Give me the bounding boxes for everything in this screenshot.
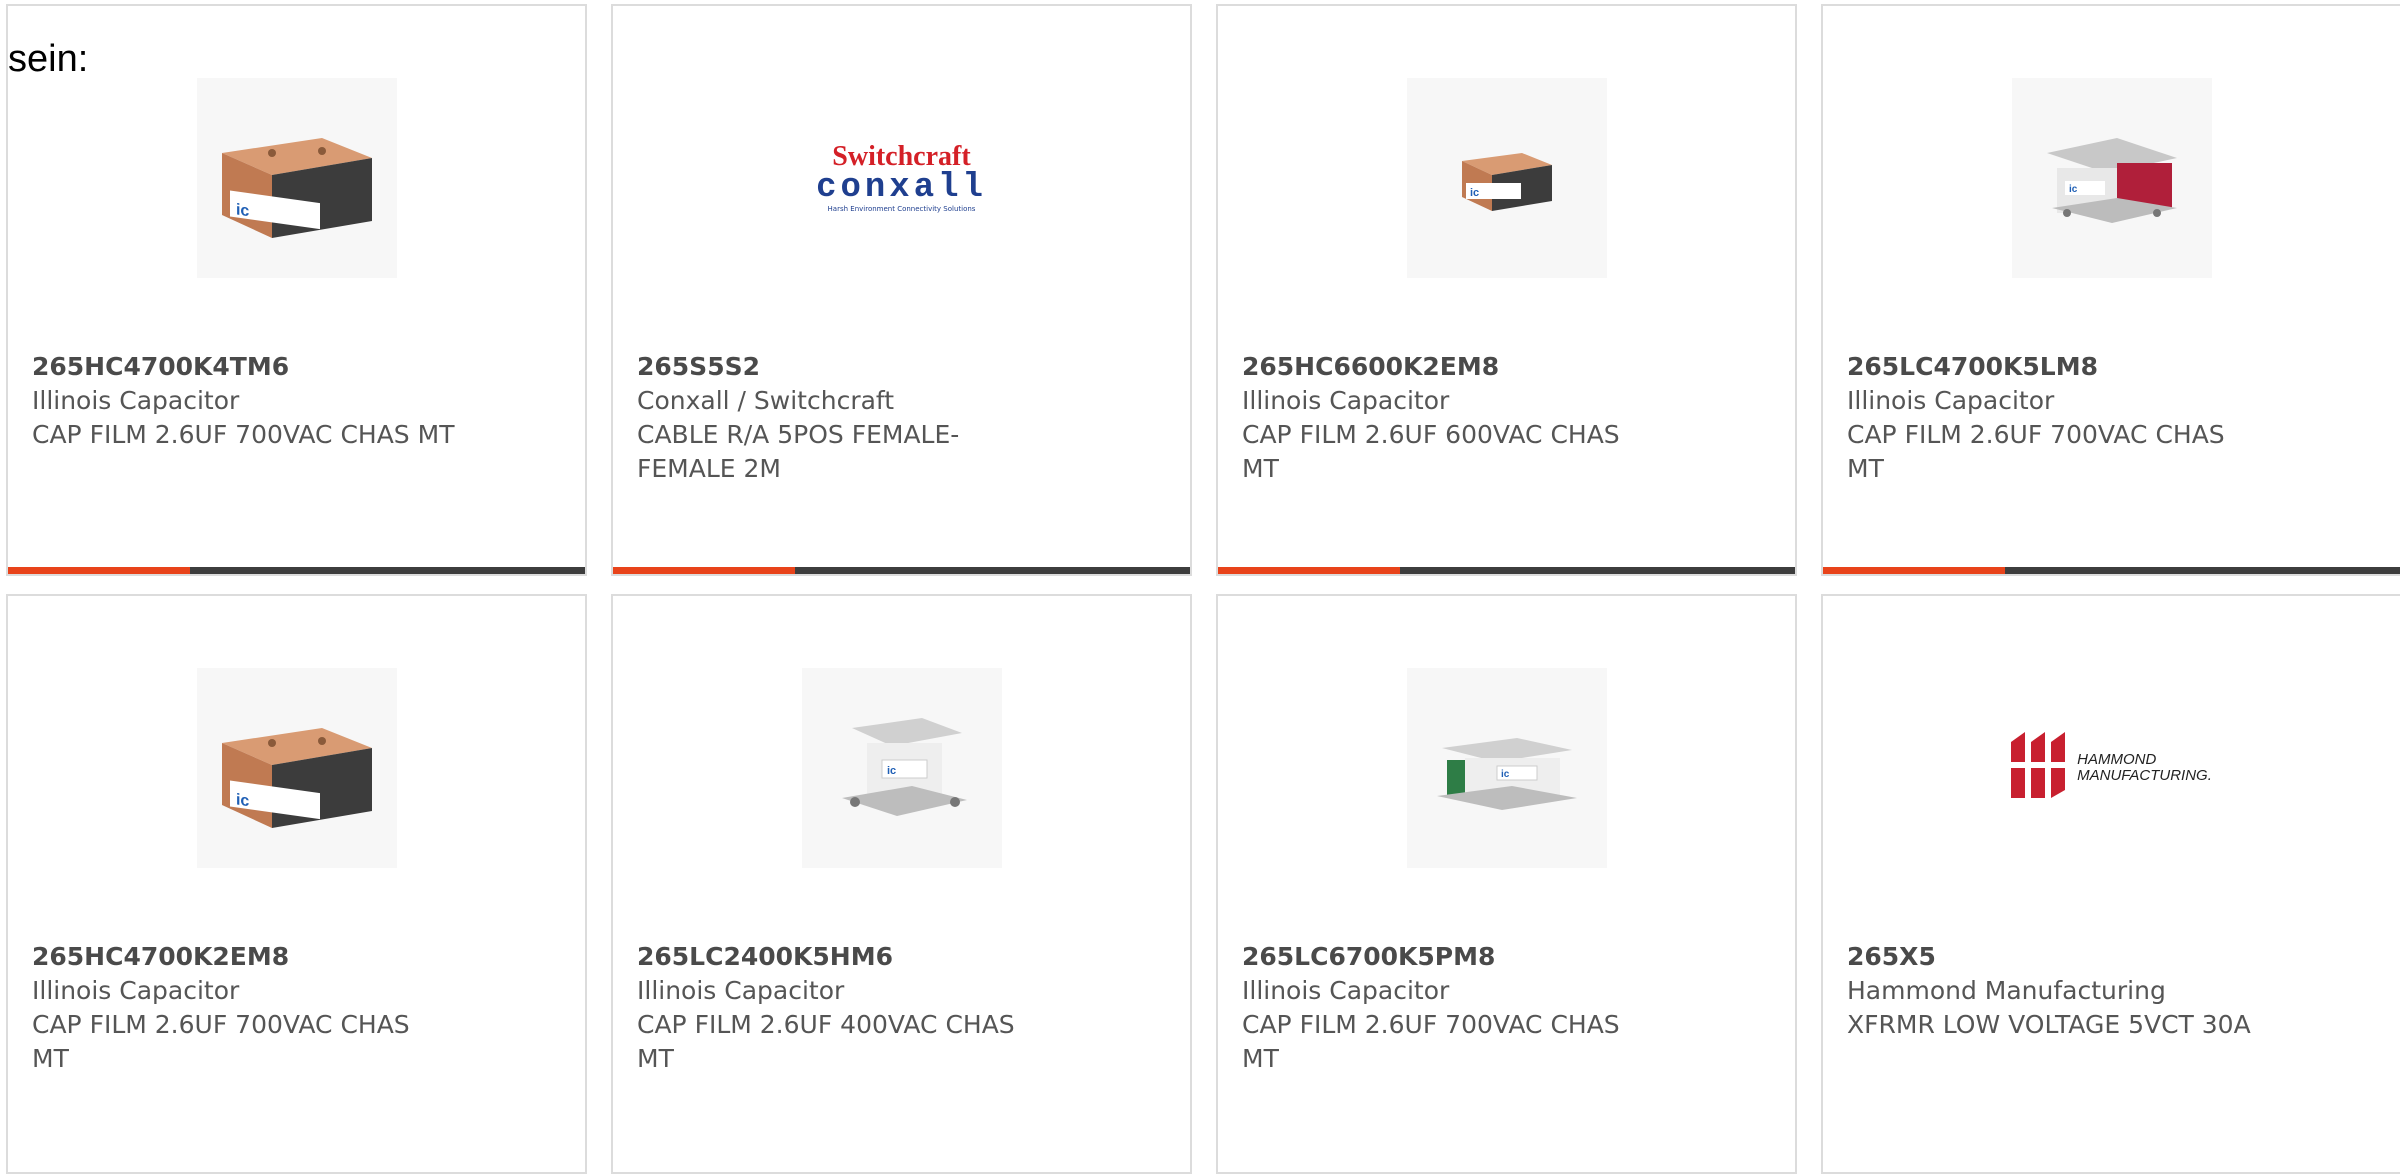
part-number[interactable]: 265HC4700K2EM8 [32,940,482,974]
card-bar [8,567,585,574]
svg-text:ic: ic [1470,187,1479,199]
svg-text:ic: ic [2069,184,2078,195]
svg-text:ic: ic [236,200,249,220]
svg-text:ic: ic [887,765,896,777]
copper-capacitor-small-image[interactable]: ic [1406,78,1607,278]
part-number[interactable]: 265HC6600K2EM8 [1242,350,1692,384]
capacitor-red-image[interactable]: ic [2011,78,2212,278]
part-number[interactable]: 265LC6700K5PM8 [1242,940,1692,974]
description: CAP FILM 2.6UF 600VAC CHAS MT [1242,420,1620,483]
description: CAP FILM 2.6UF 400VAC CHAS MT [637,1010,1015,1073]
part-number[interactable]: 265LC4700K5LM8 [1847,350,2297,384]
intro-text: sein: [8,38,89,80]
manufacturer: Conxall / Switchcraft [637,386,895,415]
part-number[interactable]: 265HC4700K4TM6 [32,350,482,384]
product-card[interactable]: Switchcraft conxall Harsh Environment Co… [611,4,1192,576]
manufacturer: Illinois Capacitor [637,976,845,1005]
description: CAP FILM 2.6UF 700VAC CHAS MT [32,420,455,449]
product-card[interactable]: ic 265HC4700K4TM6 Illinois Capacitor CAP… [6,4,587,576]
product-card[interactable]: ic 265HC4700K2EM8 Illinois Capacitor CAP… [6,594,587,1174]
switchcraft-conxall-logo[interactable]: Switchcraft conxall Harsh Environment Co… [801,78,1002,278]
hammond-logo[interactable]: HAMMOND MANUFACTURING. [1996,668,2227,868]
product-card[interactable]: ic 265LC6700K5PM8 Illinois Capacitor CAP… [1216,594,1797,1174]
description: CAP FILM 2.6UF 700VAC CHAS MT [1847,420,2225,483]
svg-text:ic: ic [1501,769,1510,780]
manufacturer: Illinois Capacitor [1242,976,1450,1005]
card-bar [1218,567,1795,574]
svg-text:ic: ic [236,790,249,810]
part-number[interactable]: 265X5 [1847,940,2297,974]
copper-capacitor-image[interactable]: ic [196,668,397,868]
product-card[interactable]: ic 265LC2400K5HM6 Illinois Capacitor CAP… [611,594,1192,1174]
product-card[interactable]: ic 265HC6600K2EM8 Illinois Capacitor CAP… [1216,4,1797,576]
manufacturer: Illinois Capacitor [1847,386,2055,415]
manufacturer: Illinois Capacitor [1242,386,1450,415]
capacitor-silver-image[interactable]: ic [801,668,1002,868]
manufacturer: Illinois Capacitor [32,976,240,1005]
product-card[interactable]: ic 265LC4700K5LM8 Illinois Capacitor CAP… [1821,4,2400,576]
copper-capacitor-image[interactable]: ic [196,78,397,278]
capacitor-green-image[interactable]: ic [1406,668,1607,868]
description: XFRMR LOW VOLTAGE 5VCT 30A [1847,1010,2251,1039]
description: CABLE R/A 5POS FEMALE-FEMALE 2M [637,420,960,483]
card-bar [1823,567,2400,574]
part-number[interactable]: 265S5S2 [637,350,1087,384]
card-bar [613,567,1190,574]
manufacturer: Hammond Manufacturing [1847,976,2166,1005]
description: CAP FILM 2.6UF 700VAC CHAS MT [32,1010,410,1073]
description: CAP FILM 2.6UF 700VAC CHAS MT [1242,1010,1620,1073]
part-number[interactable]: 265LC2400K5HM6 [637,940,1087,974]
manufacturer: Illinois Capacitor [32,386,240,415]
hammond-mark-icon [2011,732,2066,798]
product-card[interactable]: HAMMOND MANUFACTURING. 265X5 Hammond Man… [1821,594,2400,1174]
